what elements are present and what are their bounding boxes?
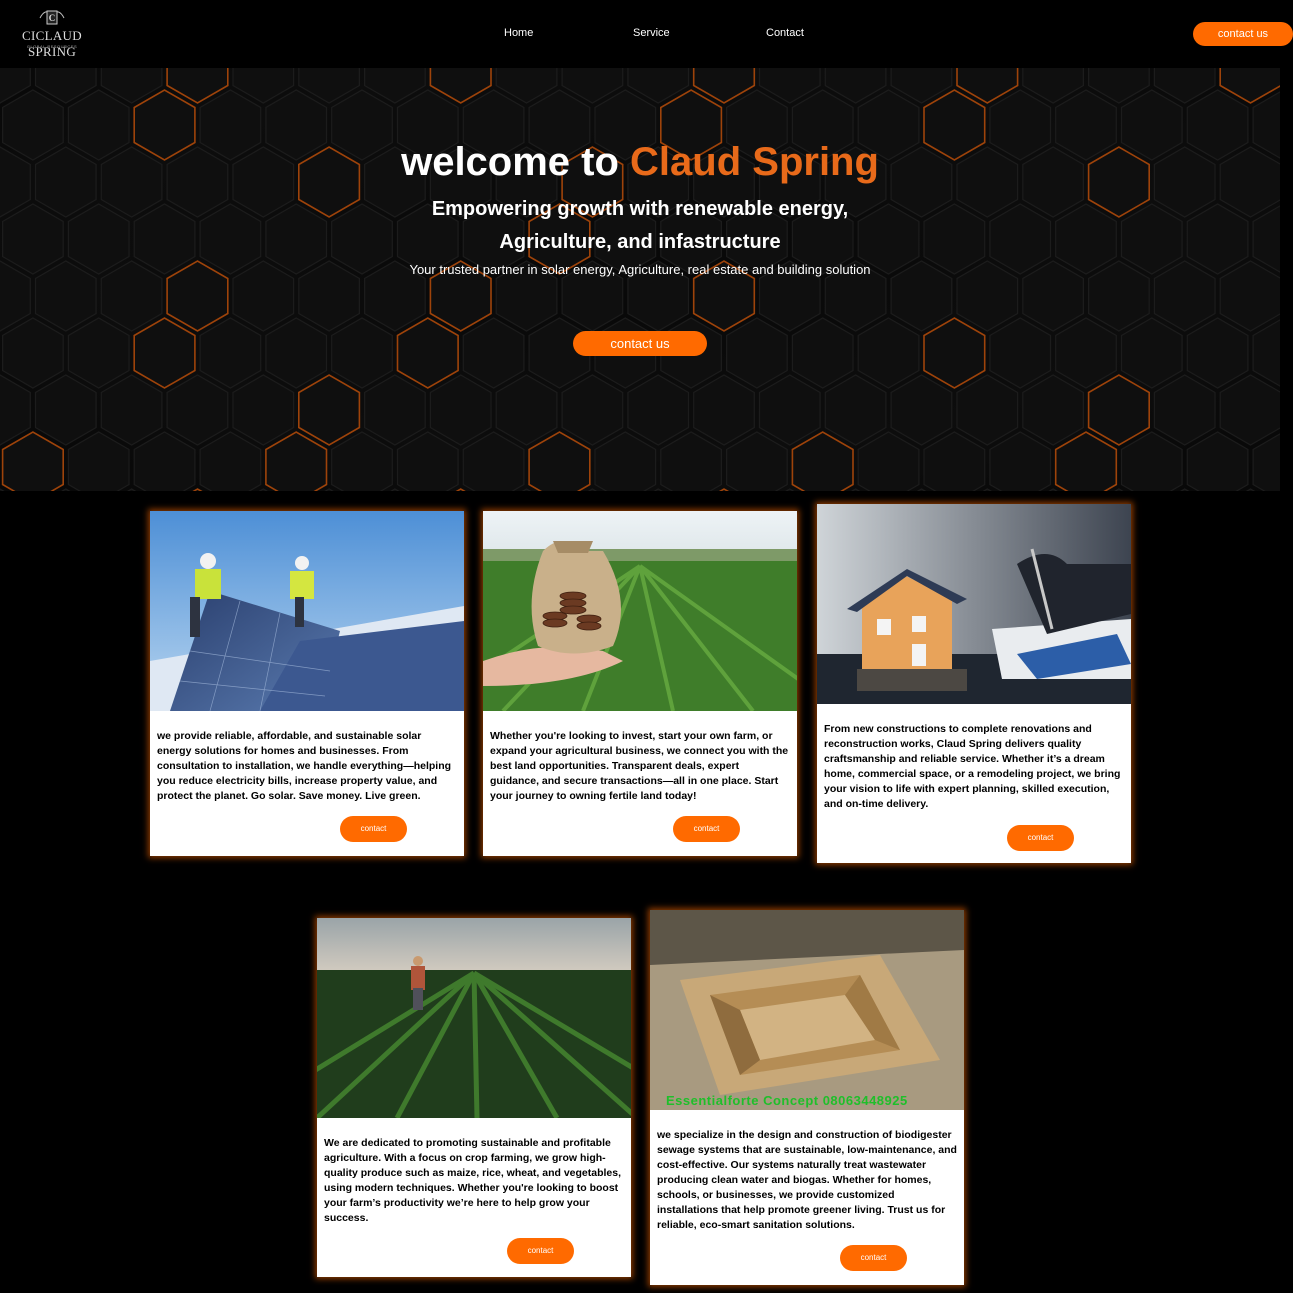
nav-contact-us-button[interactable]: contact us <box>1193 22 1293 46</box>
service-card-text: we specialize in the design and construc… <box>657 1129 957 1231</box>
hero-title-prefix: welcome to <box>401 140 631 184</box>
hero-section: welcome to Claud Spring Empowering growt… <box>0 68 1280 491</box>
construction-contact-button[interactable]: contact <box>1007 825 1074 851</box>
service-card-text: From new constructions to complete renov… <box>824 723 1121 810</box>
nav-contact-link[interactable]: Contact <box>766 27 804 39</box>
money-bag-farmland-photo <box>483 511 797 711</box>
solar-panel-installers-photo <box>150 511 464 711</box>
nav-service-link[interactable]: Service <box>633 27 670 39</box>
hero-contact-us-button[interactable]: contact us <box>573 331 707 356</box>
hero-overlay <box>0 68 1280 491</box>
site-logo[interactable]: C CICLAUD SPRING GLOBAL RESOURCES <box>0 2 104 62</box>
service-card-land: Whether you're looking to invest, start … <box>483 511 797 856</box>
service-card-construction: From new constructions to complete renov… <box>817 504 1131 863</box>
nav-home-link[interactable]: Home <box>504 27 533 39</box>
service-card-agriculture: We are dedicated to promoting sustainabl… <box>317 918 631 1277</box>
service-card-text: Whether you're looking to invest, start … <box>490 730 789 802</box>
svg-text:C: C <box>49 13 56 23</box>
farmer-crop-field-photo <box>317 918 631 1118</box>
agriculture-contact-button[interactable]: contact <box>507 1238 574 1264</box>
logo-tagline: GLOBAL RESOURCES <box>26 44 78 49</box>
hexagon-background-pattern <box>0 68 1280 491</box>
solar-contact-button[interactable]: contact <box>340 816 407 842</box>
house-model-contract-photo <box>817 504 1131 704</box>
logo-crest-icon: C <box>39 10 65 25</box>
service-card-text: we provide reliable, affordable, and sus… <box>157 730 452 802</box>
hero-subtitle-line1: Empowering growth with renewable energy, <box>431 198 849 220</box>
service-card-biodigester: Essentialforte Concept 08063448925 we sp… <box>650 910 964 1285</box>
hero-title: welcome to Claud Spring <box>0 140 1280 185</box>
land-contact-button[interactable]: contact <box>673 816 740 842</box>
photo-watermark-text: Essentialforte Concept 08063448925 <box>666 1093 908 1108</box>
hero-subtitle-line2: Agriculture, and infastructure <box>499 231 781 253</box>
biodigester-contact-button[interactable]: contact <box>840 1245 907 1271</box>
service-card-solar: we provide reliable, affordable, and sus… <box>150 511 464 856</box>
top-navigation: C CICLAUD SPRING GLOBAL RESOURCES Home S… <box>0 0 1293 68</box>
biodigester-pit-photo: Essentialforte Concept 08063448925 <box>650 910 964 1110</box>
hero-title-brand: Claud Spring <box>630 140 879 184</box>
hero-tagline: Your trusted partner in solar energy, Ag… <box>409 262 871 277</box>
service-card-text: We are dedicated to promoting sustainabl… <box>324 1137 622 1224</box>
